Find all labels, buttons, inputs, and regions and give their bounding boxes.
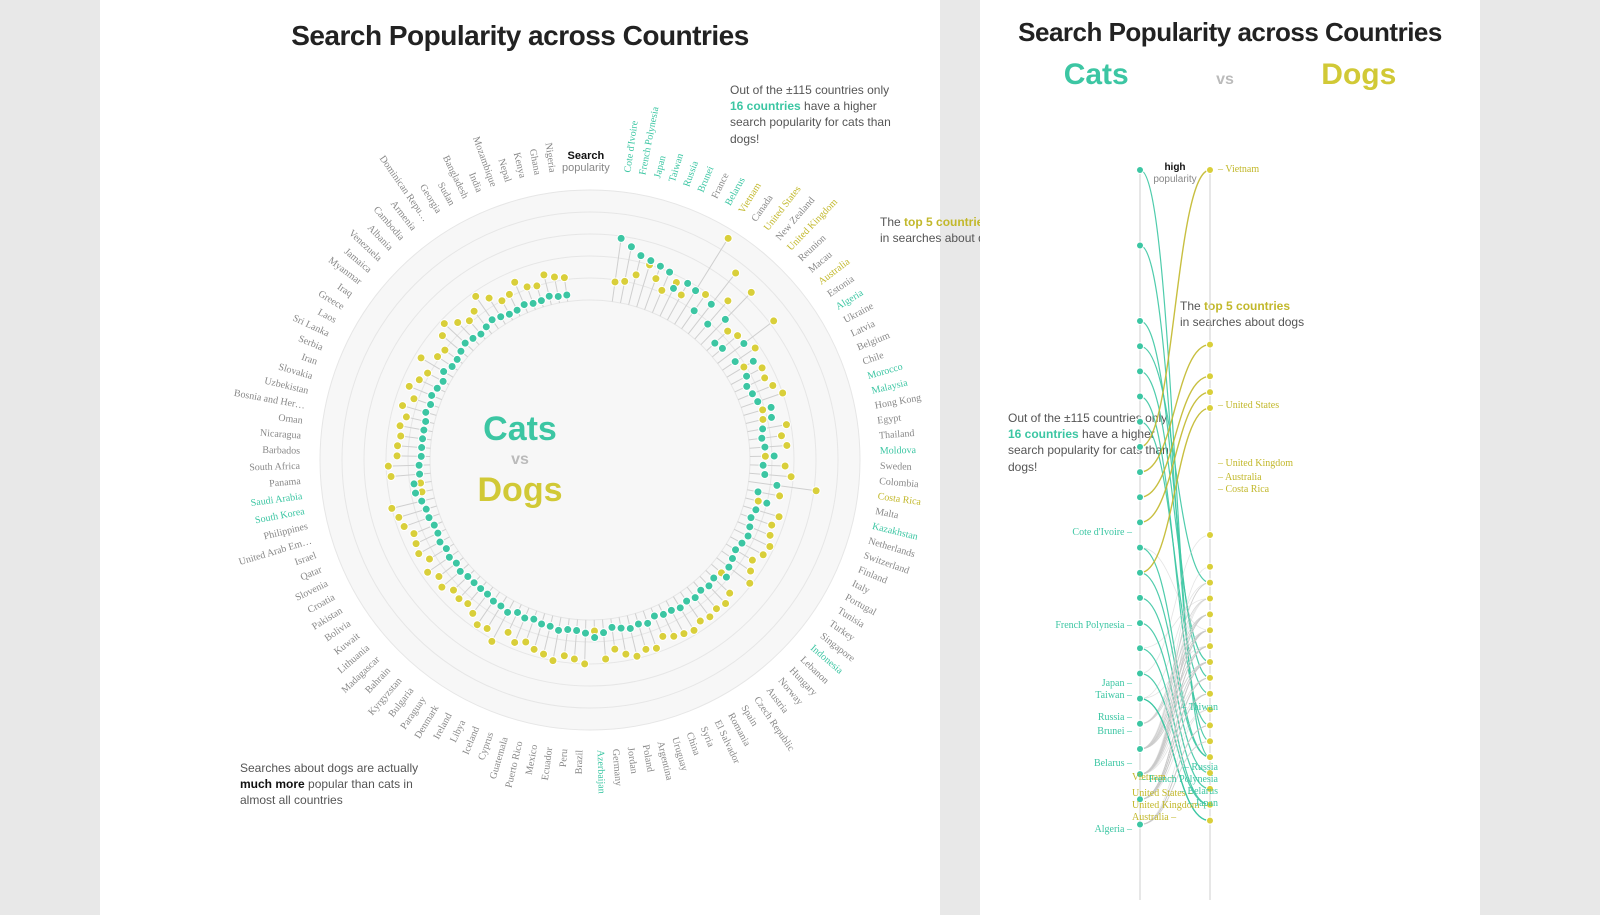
country-label: Iraq [335,282,355,300]
slope-left-label: Russia – [1098,712,1133,723]
radial-chart: Cote d'IvoireFrench PolynesiaJapanTaiwan… [100,60,940,880]
country-label: Sweden [880,461,912,473]
slope-chart-card: Search Popularity across Countries Cats … [980,0,1480,915]
slope-left-label: French Polynesia – [1055,620,1133,631]
slope-right-label: – United States [1217,400,1279,411]
slope-right-label: – Japan [1187,798,1218,809]
slope-left-label: Belarus – [1094,758,1133,769]
country-label: Thailand [879,428,915,442]
country-label: South Africa [249,461,301,474]
slope-left-label: Australia – [1132,812,1177,823]
country-label: Syria [698,725,716,749]
country-label: Azerbaijan [595,750,607,794]
country-label: Malta [874,506,900,521]
country-label: Peru [558,748,570,767]
title-right: Search Popularity across Countries [980,18,1480,48]
slope-left-label: Algeria – [1095,824,1133,835]
slope-right-label: – Vietnam [1217,164,1259,175]
country-label: Hong Kong [874,392,922,411]
slope-header: Cats vs Dogs [1020,58,1440,92]
radial-chart-card: Search Popularity across Countries Searc… [100,0,940,915]
country-label: Nigeria [542,142,557,174]
country-label: Moldova [880,445,917,457]
country-label: Nepal [495,157,513,183]
country-label: Mexico [524,744,540,776]
country-label: Malaysia [871,377,910,396]
country-label: Colombia [879,476,920,490]
country-label: Kenya [511,151,528,180]
country-label: Ghana [527,148,543,176]
country-label: Iran [300,352,319,368]
country-label: Egypt [877,413,902,427]
country-label: Jordan [625,746,639,774]
slope-right-label: – Belarus [1179,786,1218,797]
country-label: Brazil [574,749,586,774]
country-label: Ecuador [540,746,555,781]
slope-left-label: Cote d'Ivoire – [1072,527,1133,538]
country-label: Oman [278,413,304,427]
slope-left-label: Brunei – [1097,726,1133,737]
svg-text:high: high [1164,162,1185,173]
country-label: Poland [640,744,656,773]
slope-left-label: Japan – [1102,678,1133,689]
slope-right-label: – United Kingdom [1217,458,1293,469]
country-label: Costa Rica [877,491,922,508]
slope-right-label: – Taiwan [1180,702,1218,713]
country-label: Barbados [262,445,300,457]
country-label: Nicaragua [260,428,302,442]
country-label: Japan [652,155,668,180]
country-label: Germany [610,748,624,786]
country-label: Israel [293,550,318,568]
country-label: Cote d'Ivoire [622,120,640,174]
title-left: Search Popularity across Countries [100,20,940,52]
country-label: China [684,731,703,758]
slope-right-label: – French Polynesia [1140,774,1218,785]
slope-left-label: Taiwan – [1095,690,1133,701]
slope-chart: highpopularity Cote d'Ivoire – French Poly… [980,140,1480,915]
slope-right-label: – Australia [1217,472,1262,483]
svg-text:popularity: popularity [1153,174,1196,185]
country-label: Saudi Arabia [250,491,303,509]
country-label: Panama [269,476,302,490]
slope-right-label: – Costa Rica [1217,484,1270,495]
slope-right-label: – Russia [1183,762,1219,773]
country-label: Italy [850,578,871,596]
country-label: Chile [861,350,886,368]
